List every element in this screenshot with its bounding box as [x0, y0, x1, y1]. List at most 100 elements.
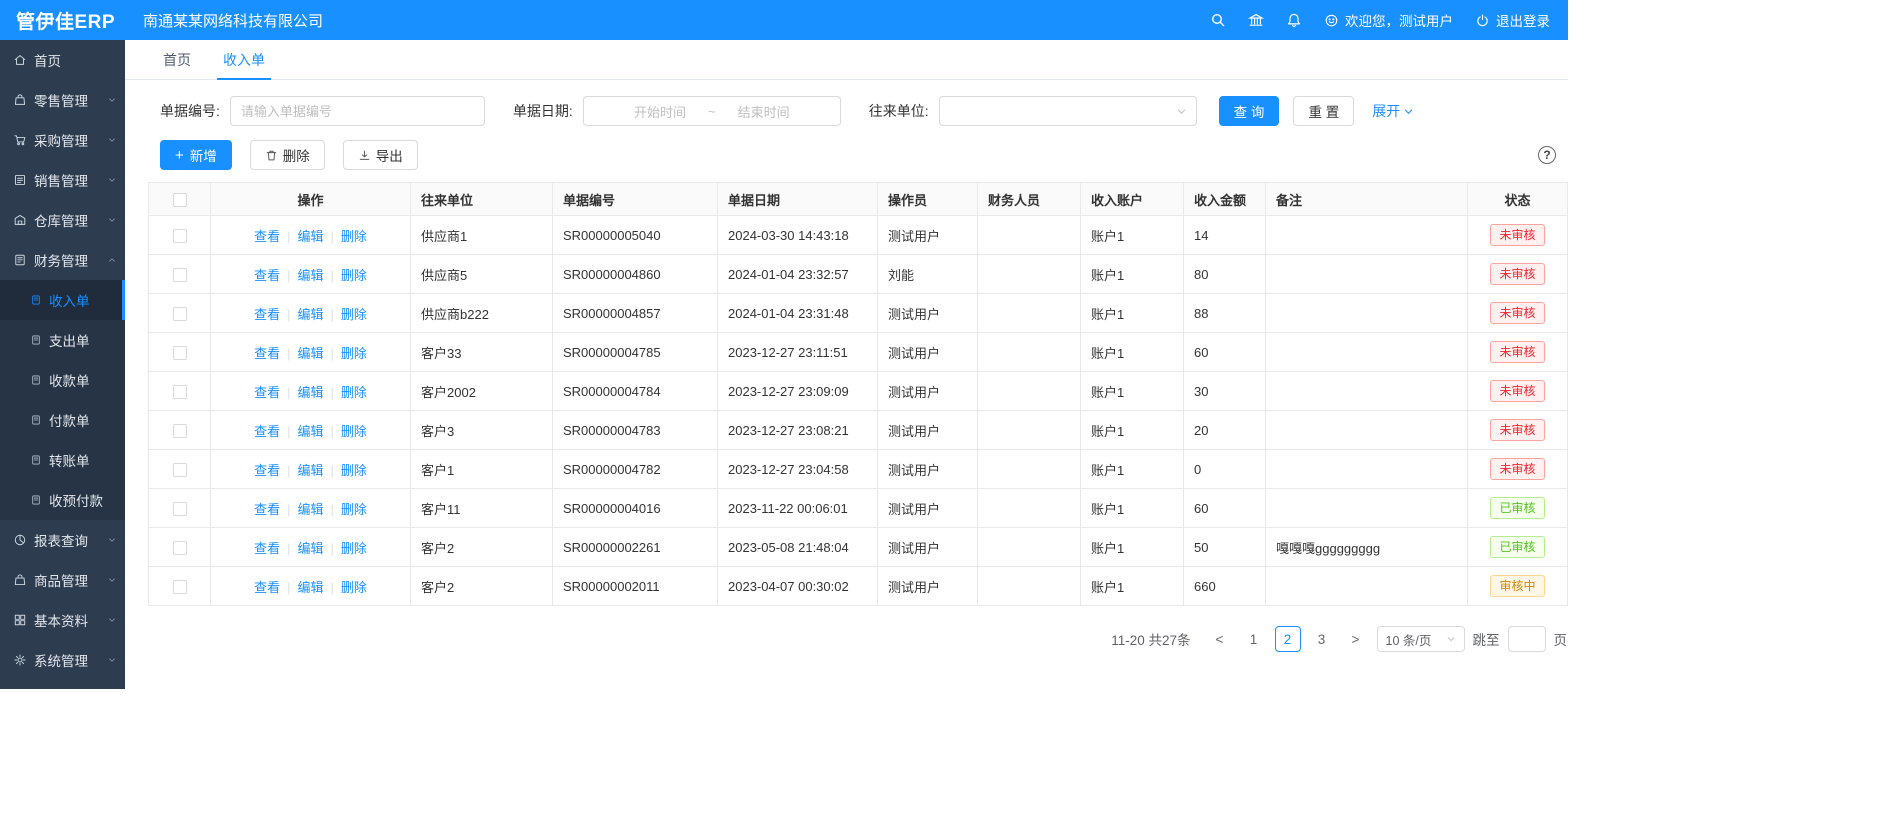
- help-icon[interactable]: ?: [1538, 146, 1556, 164]
- sidebar-item-retail[interactable]: 零售管理: [0, 80, 125, 120]
- edit-link[interactable]: 编辑: [297, 385, 323, 400]
- delete-link[interactable]: 删除: [341, 268, 367, 283]
- sidebar-item-finance[interactable]: 财务管理: [0, 240, 125, 280]
- cell-bill-no: SR00000005040: [553, 216, 718, 255]
- export-button[interactable]: 导出: [343, 140, 418, 170]
- view-link[interactable]: 查看: [254, 463, 280, 478]
- row-checkbox[interactable]: [173, 229, 187, 243]
- page-button-1[interactable]: 1: [1241, 626, 1267, 652]
- row-checkbox[interactable]: [173, 307, 187, 321]
- edit-link[interactable]: 编辑: [297, 424, 323, 439]
- search-icon[interactable]: [1210, 12, 1226, 28]
- chevron-down-icon: [1176, 106, 1187, 117]
- view-link[interactable]: 查看: [254, 424, 280, 439]
- cell-bill-no: SR00000004860: [553, 255, 718, 294]
- cell-bill-no: SR00000004783: [553, 411, 718, 450]
- bill-no-input[interactable]: [230, 96, 485, 126]
- sidebar-item-warehouse[interactable]: 仓库管理: [0, 200, 125, 240]
- view-link[interactable]: 查看: [254, 346, 280, 361]
- company-name: 南通某某网络科技有限公司: [143, 10, 323, 31]
- pagination-total: 11-20 共27条: [1111, 629, 1190, 649]
- unit-select[interactable]: [939, 96, 1197, 126]
- row-checkbox[interactable]: [173, 424, 187, 438]
- view-link[interactable]: 查看: [254, 502, 280, 517]
- edit-link[interactable]: 编辑: [297, 268, 323, 283]
- table-row: 查看|编辑|删除客户2002SR000000047842023-12-27 23…: [149, 372, 1568, 411]
- cell-remark: 嘎嘎嘎ggggggggg: [1266, 528, 1468, 567]
- select-all-checkbox[interactable]: [173, 193, 187, 207]
- next-page-button[interactable]: >: [1343, 626, 1369, 652]
- cell-status: 审核中: [1468, 567, 1568, 606]
- page-number-list: 123: [1241, 626, 1335, 652]
- edit-link[interactable]: 编辑: [297, 580, 323, 595]
- row-checkbox[interactable]: [173, 502, 187, 516]
- view-link[interactable]: 查看: [254, 307, 280, 322]
- welcome-user[interactable]: 欢迎您，测试用户: [1324, 10, 1453, 30]
- delete-link[interactable]: 删除: [341, 541, 367, 556]
- view-link[interactable]: 查看: [254, 385, 280, 400]
- action-separator: |: [287, 502, 290, 517]
- delete-link[interactable]: 删除: [341, 424, 367, 439]
- delete-link[interactable]: 删除: [341, 346, 367, 361]
- row-checkbox[interactable]: [173, 385, 187, 399]
- add-button[interactable]: + 新增: [160, 140, 232, 170]
- date-range-picker[interactable]: 开始时间 ~ 结束时间: [583, 96, 841, 126]
- view-link[interactable]: 查看: [254, 541, 280, 556]
- status-badge: 未审核: [1490, 263, 1544, 285]
- sidebar-item-basic[interactable]: 基本资料: [0, 600, 125, 640]
- logout-button[interactable]: 退出登录: [1475, 10, 1550, 30]
- bell-icon[interactable]: [1286, 12, 1302, 28]
- sidebar-item-payment-bill[interactable]: 付款单: [0, 400, 125, 440]
- delete-link[interactable]: 删除: [341, 463, 367, 478]
- view-link[interactable]: 查看: [254, 580, 280, 595]
- bank-icon[interactable]: [1248, 12, 1264, 28]
- row-checkbox[interactable]: [173, 541, 187, 555]
- jump-page-input[interactable]: [1508, 626, 1546, 652]
- prev-page-button[interactable]: <: [1207, 626, 1233, 652]
- sidebar-item-label: 仓库管理: [34, 210, 88, 230]
- sidebar-item-label: 付款单: [49, 410, 90, 430]
- expand-link[interactable]: 展开: [1372, 101, 1414, 121]
- row-checkbox[interactable]: [173, 463, 187, 477]
- table-row: 查看|编辑|删除供应商b222SR000000048572024-01-04 2…: [149, 294, 1568, 333]
- row-checkbox[interactable]: [173, 580, 187, 594]
- delete-link[interactable]: 删除: [341, 385, 367, 400]
- delete-link[interactable]: 删除: [341, 502, 367, 517]
- sidebar-item-label: 报表查询: [34, 530, 88, 550]
- row-checkbox[interactable]: [173, 268, 187, 282]
- edit-link[interactable]: 编辑: [297, 463, 323, 478]
- delete-button[interactable]: 删除: [250, 140, 325, 170]
- page-button-2[interactable]: 2: [1275, 626, 1301, 652]
- sidebar-item-expense-bill[interactable]: 支出单: [0, 320, 125, 360]
- view-link[interactable]: 查看: [254, 229, 280, 244]
- sidebar-item-receipt-bill[interactable]: 收款单: [0, 360, 125, 400]
- page-button-3[interactable]: 3: [1309, 626, 1335, 652]
- edit-link[interactable]: 编辑: [297, 346, 323, 361]
- cell-date: 2023-11-22 00:06:01: [718, 489, 878, 528]
- tab-home[interactable]: 首页: [147, 40, 207, 79]
- sidebar-item-report[interactable]: 报表查询: [0, 520, 125, 560]
- sidebar-item-transfer-bill[interactable]: 转账单: [0, 440, 125, 480]
- sidebar-item-sales[interactable]: 销售管理: [0, 160, 125, 200]
- sidebar-item-advance-receipt[interactable]: 收预付款: [0, 480, 125, 520]
- sidebar-item-purchase[interactable]: 采购管理: [0, 120, 125, 160]
- sidebar-item-system[interactable]: 系统管理: [0, 640, 125, 680]
- sidebar-item-home[interactable]: 首页: [0, 40, 125, 80]
- edit-link[interactable]: 编辑: [297, 229, 323, 244]
- edit-link[interactable]: 编辑: [297, 541, 323, 556]
- edit-link[interactable]: 编辑: [297, 502, 323, 517]
- chevron-down-icon: [107, 215, 117, 225]
- search-button[interactable]: 查 询: [1219, 96, 1280, 126]
- delete-link[interactable]: 删除: [341, 580, 367, 595]
- edit-link[interactable]: 编辑: [297, 307, 323, 322]
- page-size-select[interactable]: 10 条/页: [1377, 626, 1465, 652]
- tab-income-bill[interactable]: 收入单: [207, 40, 281, 79]
- delete-link[interactable]: 删除: [341, 307, 367, 322]
- view-link[interactable]: 查看: [254, 268, 280, 283]
- sidebar-item-income-bill[interactable]: 收入单: [0, 280, 125, 320]
- reset-button[interactable]: 重 置: [1293, 96, 1354, 126]
- row-checkbox[interactable]: [173, 346, 187, 360]
- cell-status: 未审核: [1468, 372, 1568, 411]
- delete-link[interactable]: 删除: [341, 229, 367, 244]
- sidebar-item-goods[interactable]: 商品管理: [0, 560, 125, 600]
